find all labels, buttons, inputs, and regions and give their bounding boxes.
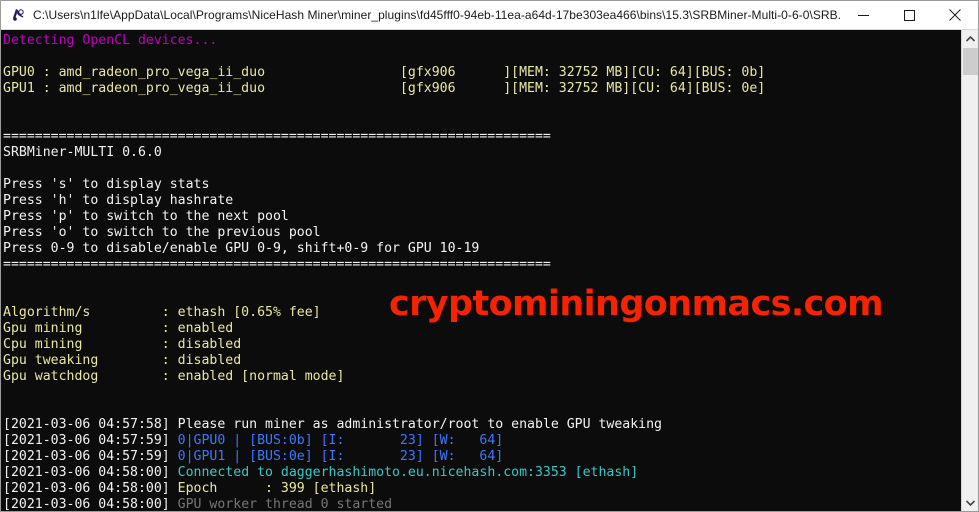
log-message: 0|GPU1 | [BUS:0e] [I: 23] [W: 64] (177, 449, 504, 464)
chevron-up-icon (965, 35, 975, 42)
console-log-line: [2021-03-06 04:57:58] Please run miner a… (3, 417, 963, 433)
console-line: Gpu tweaking : disabled (3, 353, 242, 368)
console-line: Press 'p' to switch to the next pool (3, 209, 289, 224)
console-line: Algorithm/s : ethash [0.65% fee] (3, 305, 321, 320)
console-line: SRBMiner-MULTI 0.6.0 (3, 145, 162, 160)
scrollbar-thumb[interactable] (963, 48, 978, 75)
console-line: Press 'o' to switch to the previous pool (3, 225, 321, 240)
vertical-scrollbar[interactable] (961, 30, 978, 511)
console-line: Detecting OpenCL devices... (3, 33, 218, 48)
maximize-icon (903, 9, 915, 21)
minimize-icon (857, 14, 869, 16)
console-line: GPU1 : amd_radeon_pro_vega_ii_duo [gfx90… (3, 81, 766, 96)
console-log-line: [2021-03-06 04:57:59] 0|GPU1 | [BUS:0e] … (3, 449, 963, 465)
console-line: ========================================… (3, 129, 551, 144)
log-timestamp: [2021-03-06 04:58:00] (3, 497, 178, 511)
close-icon (949, 9, 961, 21)
log-message: GPU worker thread 0 started (177, 497, 393, 511)
console-window: C:\Users\n1lfe\AppData\Local\Programs\Ni… (0, 0, 979, 512)
console-app-icon (10, 7, 26, 23)
log-timestamp: [2021-03-06 04:57:59] (3, 433, 178, 448)
log-message: Connected to daggerhashimoto.eu.nicehash… (177, 465, 639, 480)
minimize-button[interactable] (840, 1, 886, 29)
console-log-line: [2021-03-06 04:58:00] Connected to dagge… (3, 465, 963, 481)
console-line: Gpu watchdog : enabled [normal mode] (3, 369, 345, 384)
console-line-list: Detecting OpenCL devices... GPU0 : amd_r… (3, 33, 963, 511)
console-line: Press 0-9 to disable/enable GPU 0-9, shi… (3, 241, 480, 256)
close-button[interactable] (932, 1, 978, 29)
window-title: C:\Users\n1lfe\AppData\Local\Programs\Ni… (33, 8, 840, 22)
maximize-button[interactable] (886, 1, 932, 29)
console-line: Gpu mining : enabled (3, 321, 234, 336)
scroll-down-arrow[interactable] (962, 494, 978, 511)
log-message: 0|GPU0 | [BUS:0b] [I: 23] [W: 64] (177, 433, 504, 448)
log-message: Epoch : 399 [ethash] (177, 481, 377, 496)
console-line: GPU0 : amd_radeon_pro_vega_ii_duo [gfx90… (3, 65, 766, 80)
console-line: Press 's' to display stats (3, 177, 210, 192)
chevron-down-icon (965, 499, 975, 506)
console-log-line: [2021-03-06 04:58:00] GPU worker thread … (3, 497, 963, 511)
console-line: Press 'h' to display hashrate (3, 193, 234, 208)
console-output[interactable]: Detecting OpenCL devices... GPU0 : amd_r… (1, 30, 963, 511)
console-log-line: [2021-03-06 04:57:59] 0|GPU0 | [BUS:0b] … (3, 433, 963, 449)
log-message: Please run miner as administrator/root t… (177, 417, 662, 432)
console-line: ========================================… (3, 257, 551, 272)
log-timestamp: [2021-03-06 04:58:00] (3, 465, 178, 480)
log-timestamp: [2021-03-06 04:57:58] (3, 417, 178, 432)
console-log-line: [2021-03-06 04:58:00] Epoch : 399 [ethas… (3, 481, 963, 497)
window-titlebar[interactable]: C:\Users\n1lfe\AppData\Local\Programs\Ni… (1, 1, 978, 30)
scroll-up-arrow[interactable] (962, 30, 978, 47)
log-timestamp: [2021-03-06 04:58:00] (3, 481, 178, 496)
log-timestamp: [2021-03-06 04:57:59] (3, 449, 178, 464)
scrollbar-track[interactable] (962, 75, 978, 494)
console-line: Cpu mining : disabled (3, 337, 242, 352)
